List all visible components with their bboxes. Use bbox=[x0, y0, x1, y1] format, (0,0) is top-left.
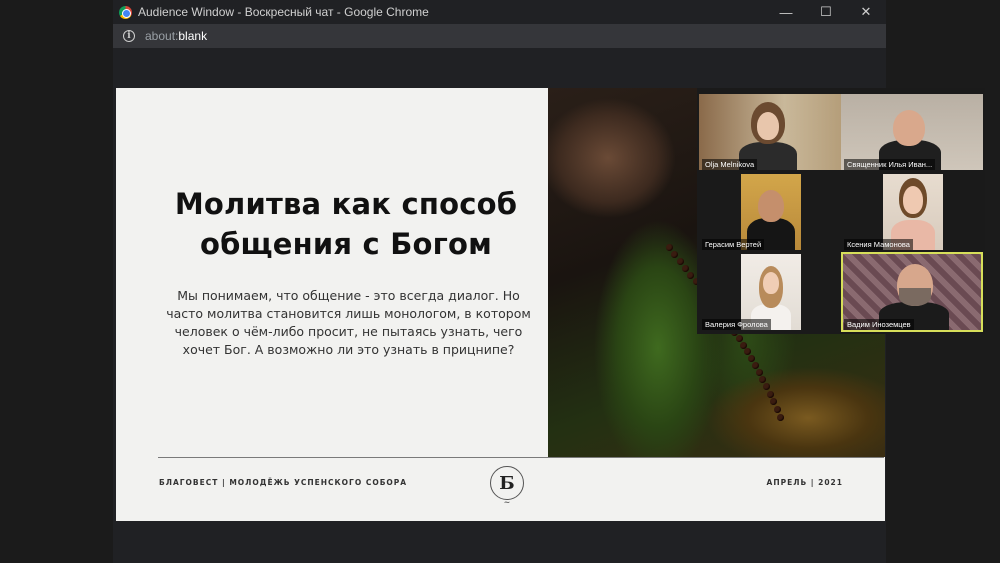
participant-tile[interactable]: Валерия Фролова bbox=[699, 252, 841, 332]
participant-tile[interactable]: Герасим Вертей bbox=[699, 172, 841, 252]
footer-date: АПРЕЛЬ | 2021 bbox=[766, 478, 843, 487]
url-scheme: about: bbox=[145, 29, 179, 43]
info-icon[interactable]: i bbox=[123, 30, 135, 42]
slide-body-text: Мы понимаем, что общение - это всегда ди… bbox=[166, 288, 531, 357]
close-button[interactable]: ✕ bbox=[846, 0, 886, 24]
address-bar[interactable]: i about: blank bbox=[113, 24, 886, 48]
participant-tile[interactable]: Священник Илья Иван... bbox=[841, 92, 983, 172]
footer-organization: БЛАГОВЕСТ | МОЛОДЁЖЬ УСПЕНСКОГО СОБОРА bbox=[159, 478, 408, 487]
footer-divider bbox=[158, 457, 884, 458]
bead bbox=[747, 354, 755, 362]
bead bbox=[735, 335, 743, 343]
active-speaker-tile[interactable]: Вадим Иноземцев bbox=[841, 252, 983, 332]
bead bbox=[671, 251, 679, 259]
url-host: blank bbox=[178, 29, 208, 43]
bead bbox=[773, 406, 781, 414]
logo-letter: Б bbox=[499, 472, 515, 494]
organization-logo: Б bbox=[490, 466, 524, 507]
participant-name: Герасим Вертей bbox=[702, 239, 765, 250]
participant-name: Валерия Фролова bbox=[702, 319, 771, 330]
bead bbox=[751, 361, 759, 369]
participant-name: Ксения Мамонова bbox=[844, 239, 913, 250]
maximize-button[interactable]: ☐ bbox=[806, 0, 846, 24]
bead bbox=[755, 368, 763, 376]
bead bbox=[777, 414, 785, 422]
title-bar: Audience Window - Воскресный чат - Googl… bbox=[113, 0, 886, 24]
video-gallery: Olja Melnikova Священник Илья Иван... Ге… bbox=[697, 88, 985, 334]
window-title: Audience Window - Воскресный чат - Googl… bbox=[138, 5, 429, 19]
participant-tile[interactable]: Ксения Мамонова bbox=[841, 172, 983, 252]
participant-name: Священник Илья Иван... bbox=[844, 159, 936, 170]
bead bbox=[766, 390, 774, 398]
participant-tile[interactable]: Olja Melnikova bbox=[699, 92, 841, 172]
minimize-button[interactable]: — bbox=[766, 0, 806, 24]
bead bbox=[759, 376, 767, 383]
participant-name: Вадим Иноземцев bbox=[844, 319, 914, 330]
chrome-icon bbox=[119, 5, 132, 19]
bead bbox=[770, 398, 778, 406]
bead bbox=[682, 264, 690, 272]
bead bbox=[666, 244, 673, 251]
window-controls: — ☐ ✕ bbox=[766, 0, 886, 24]
bead bbox=[676, 258, 684, 266]
bead bbox=[687, 271, 695, 279]
bead bbox=[763, 383, 771, 391]
participant-name: Olja Melnikova bbox=[702, 159, 758, 170]
slide-title: Молитва как способ общения с Богом bbox=[174, 187, 518, 261]
